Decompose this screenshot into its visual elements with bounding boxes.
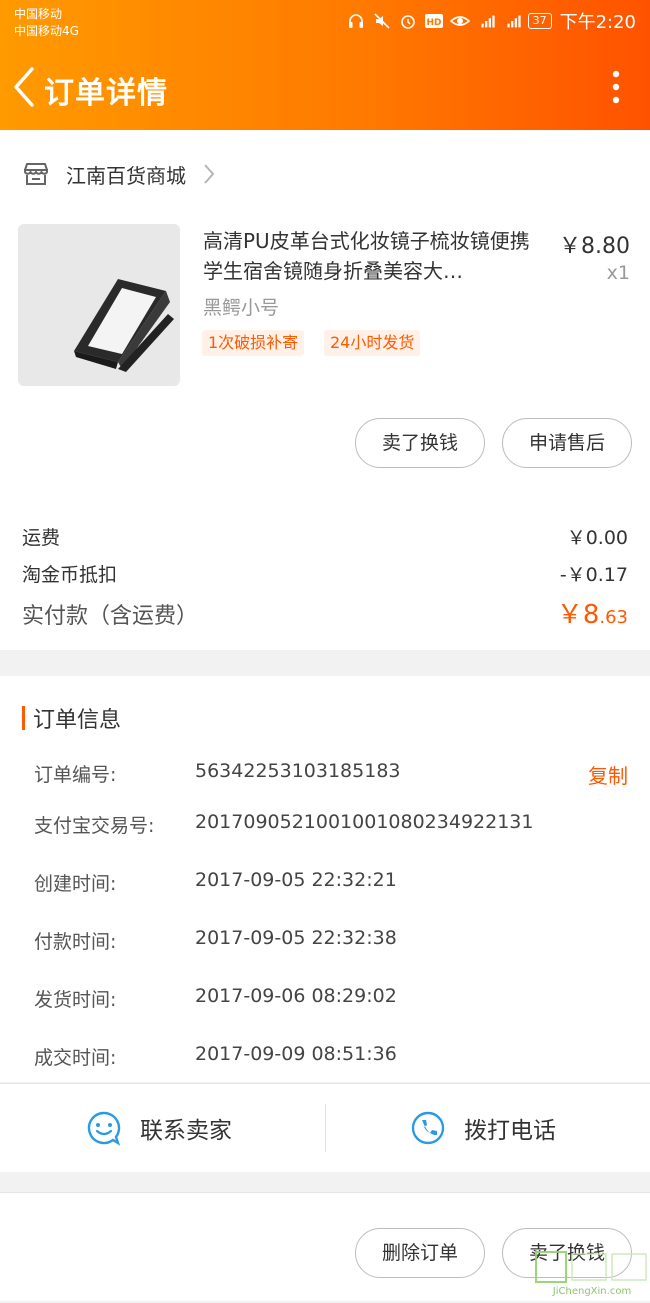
info-value: 2017-09-05 22:32:38	[195, 927, 397, 949]
total-paid-value: ￥8.63	[557, 594, 628, 631]
app-header: 中国移动 中国移动4G HD 37 下午2:20 订单详情	[0, 0, 650, 130]
product-price: ￥8.80	[559, 234, 630, 259]
after-sale-button[interactable]: 申请售后	[502, 418, 632, 468]
copy-button[interactable]: 复制	[588, 760, 628, 789]
site-watermark: JiChengXin.com	[534, 1250, 650, 1300]
info-value: 2017-09-09 08:51:36	[195, 1043, 397, 1065]
status-carrier: 中国移动 中国移动4G	[14, 6, 79, 40]
info-value: 2017090521001001080234922131	[195, 811, 534, 833]
folding-mirror-image	[18, 224, 180, 386]
shipping-fee-value: ￥0.00	[566, 527, 628, 549]
status-time: 下午2:20	[559, 12, 636, 33]
contact-seller-label: 联系卖家	[140, 1118, 232, 1144]
total-decimal: .63	[599, 607, 628, 628]
call-phone-button[interactable]: 拨打电话	[410, 1084, 556, 1172]
total-currency: ￥	[556, 600, 583, 630]
page-title: 订单详情	[44, 76, 168, 111]
service-tag: 24小时发货	[324, 330, 421, 356]
contact-seller-button[interactable]: 联系卖家	[86, 1084, 232, 1172]
info-key: 支付宝交易号:	[34, 815, 155, 837]
info-key: 付款时间:	[34, 931, 117, 953]
coin-discount-value: -￥0.17	[559, 564, 628, 586]
product-quantity: x1	[606, 262, 630, 284]
divider	[325, 1104, 326, 1152]
phone-icon	[411, 1111, 445, 1145]
eye-icon	[449, 11, 470, 31]
total-integer: 8	[582, 600, 600, 630]
hd-icon: HD	[424, 11, 444, 31]
total-paid-label: 实付款（含运费）	[22, 604, 199, 629]
signal-4g-icon	[502, 11, 522, 31]
product-image[interactable]	[18, 224, 180, 386]
more-button[interactable]	[610, 68, 622, 108]
info-value: 2017-09-06 08:29:02	[195, 985, 397, 1007]
store-icon	[24, 163, 48, 185]
status-icons: HD 37 下午2:20	[346, 8, 636, 34]
info-key: 订单编号:	[34, 764, 117, 786]
chevron-right-icon	[204, 164, 215, 184]
info-value: 56342253103185183	[195, 760, 401, 782]
back-button[interactable]	[10, 65, 40, 109]
info-value: 2017-09-05 22:32:21	[195, 869, 397, 891]
mute-icon	[372, 11, 392, 31]
info-key: 成交时间:	[34, 1047, 117, 1069]
shop-name: 江南百货商城	[66, 163, 186, 188]
svg-text:HD: HD	[426, 18, 441, 28]
signal-e-icon	[476, 11, 496, 31]
info-key: 创建时间:	[34, 873, 117, 895]
order-info-title: 订单信息	[33, 708, 122, 733]
info-key: 发货时间:	[34, 989, 117, 1011]
alarm-icon	[398, 11, 418, 31]
battery-level: 37	[527, 13, 552, 29]
product-sku: 黑鳄小号	[203, 297, 280, 319]
call-phone-label: 拨打电话	[464, 1118, 556, 1144]
order-info-card: 订单信息 订单编号: 56342253103185183 复制 支付宝交易号: …	[0, 676, 650, 1082]
service-tag: 1次破损补寄	[202, 330, 305, 356]
delete-order-button[interactable]: 删除订单	[355, 1228, 485, 1278]
sell-for-cash-button[interactable]: 卖了换钱	[355, 418, 485, 468]
headphones-icon	[346, 11, 366, 31]
heading-accent-bar	[22, 706, 25, 730]
watermark-text: JiChengXin.com	[552, 1286, 632, 1297]
order-info-heading: 订单信息	[22, 702, 121, 734]
more-vertical-icon	[612, 70, 620, 104]
chevron-left-icon	[14, 67, 34, 107]
carrier-primary: 中国移动	[14, 7, 63, 21]
order-item-card: 江南百货商城 高清PU皮革台式化妆镜子梳妆镜便携学生宿舍镜随身折叠美容大… ￥8…	[0, 130, 650, 650]
carrier-secondary: 中国移动4G	[14, 24, 79, 38]
shipping-fee-label: 运费	[22, 527, 61, 549]
shop-link[interactable]: 江南百货商城	[22, 156, 216, 192]
coin-discount-label: 淘金币抵扣	[22, 564, 118, 586]
chat-bubble-icon	[87, 1111, 121, 1146]
contact-bar: 联系卖家 拨打电话	[0, 1083, 650, 1172]
product-title[interactable]: 高清PU皮革台式化妆镜子梳妆镜便携学生宿舍镜随身折叠美容大…	[203, 226, 543, 286]
